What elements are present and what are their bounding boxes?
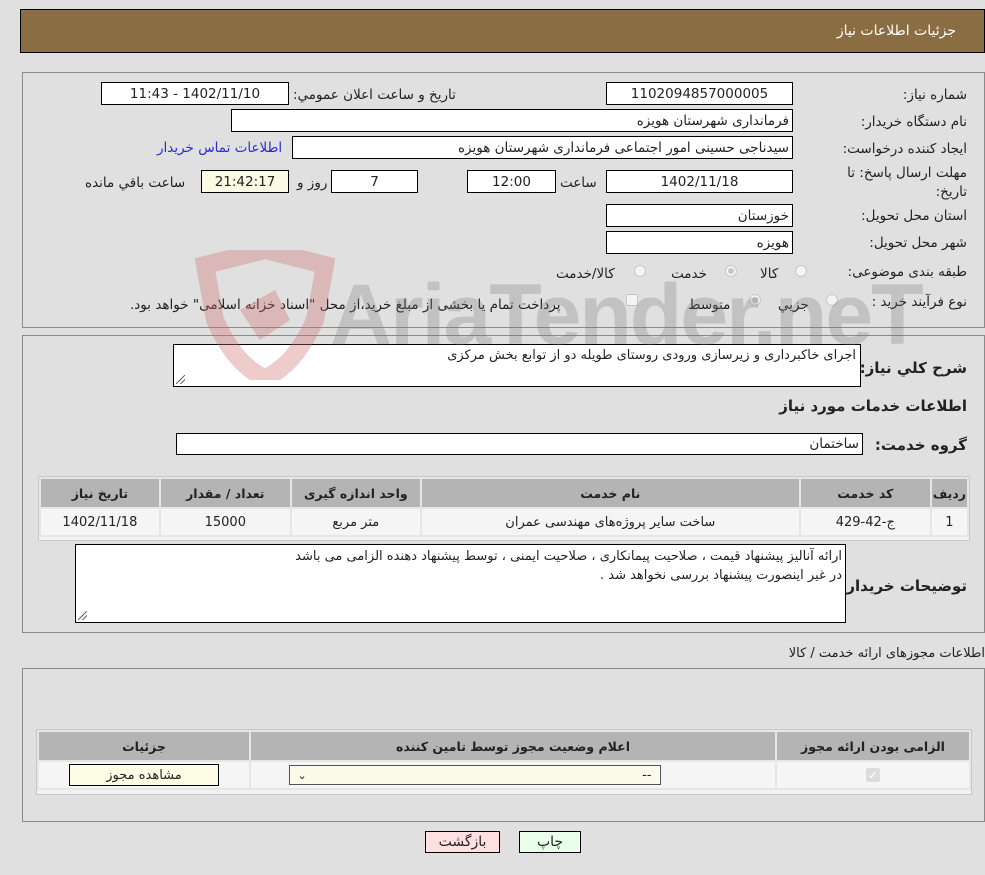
category-radio-goods-service[interactable] bbox=[634, 265, 646, 277]
page-title: جزئیات اطلاعات نیاز bbox=[836, 23, 956, 39]
announce-date-label: تاریخ و ساعت اعلان عمومي: bbox=[293, 87, 456, 103]
process-radio-minor[interactable] bbox=[826, 294, 838, 306]
announce-date-field: 1402/11/10 - 11:43 bbox=[101, 82, 289, 105]
col-permit-required: الزامی بودن ارائه مجوز bbox=[775, 730, 971, 762]
buyer-org-field: فرمانداری شهرستان هویزه bbox=[231, 109, 793, 132]
category-radio-service[interactable] bbox=[725, 265, 737, 277]
deadline-time-field: 12:00 bbox=[467, 170, 556, 193]
cell-unit: متر مربع bbox=[289, 507, 422, 537]
permits-table-header: الزامی بودن ارائه مجوز اعلام وضعیت مجوز … bbox=[37, 730, 971, 762]
description-label: شرح کلي نياز: bbox=[859, 359, 967, 377]
resize-grip-icon[interactable] bbox=[176, 375, 185, 384]
buyer-notes-line-2: در غیر اینصورت پیشنهاد بررسی نخواهد شد . bbox=[599, 568, 842, 583]
col-unit: واحد اندازه گيری bbox=[289, 477, 422, 509]
permits-table: الزامی بودن ارائه مجوز اعلام وضعیت مجوز … bbox=[36, 729, 972, 795]
remaining-time-label: ساعت باقي مانده bbox=[85, 175, 186, 191]
days-remaining-field: 7 bbox=[331, 170, 418, 193]
permit-status-value: -- bbox=[642, 767, 652, 783]
cell-service-code: ج-42-429 bbox=[798, 507, 932, 537]
chevron-down-icon: ⌄ bbox=[297, 768, 307, 782]
deadline-label: مهلت ارسال پاسخ: تا تاریخ: bbox=[847, 165, 967, 200]
process-option-minor: جزيي bbox=[778, 297, 809, 313]
resize-grip-icon[interactable] bbox=[78, 611, 87, 620]
col-permit-details: جزئیات bbox=[37, 730, 251, 762]
col-permit-status: اعلام وضعیت مجوز توسط تامین کننده bbox=[249, 730, 777, 762]
permit-status-select[interactable]: -- ⌄ bbox=[288, 765, 661, 785]
description-textarea[interactable]: اجرای خاکبرداری و زیرسازی ورودی روستای ط… bbox=[173, 344, 861, 387]
deadline-time-label: ساعت bbox=[560, 175, 597, 191]
col-row-number: رديف bbox=[929, 477, 970, 509]
treasury-checkbox[interactable] bbox=[626, 294, 638, 306]
services-table: رديف کد خدمت نام خدمت واحد اندازه گيری ت… bbox=[38, 476, 970, 541]
creator-field: سیدناجی حسینی امور اجتماعی فرمانداری شهر… bbox=[292, 136, 793, 159]
col-quantity: تعداد / مقدار bbox=[158, 477, 292, 509]
col-service-name: نام خدمت bbox=[419, 477, 801, 509]
city-label: شهر محل تحویل: bbox=[869, 235, 967, 251]
service-group-field: ساختمان bbox=[176, 433, 863, 455]
process-type-label: نوع فرآیند خرید : bbox=[871, 294, 967, 310]
category-label: طبقه بندی موضوعی: bbox=[847, 264, 967, 280]
treasury-note: پرداخت تمام یا بخشی از مبلغ خرید،از محل … bbox=[130, 297, 561, 313]
days-label: روز و bbox=[297, 175, 328, 191]
province-label: استان محل تحویل: bbox=[861, 208, 967, 224]
buyer-notes-textarea[interactable]: ارائه آنالیز پیشنهاد قیمت ، صلاحیت پیمان… bbox=[75, 544, 846, 623]
buyer-contact-link[interactable]: اطلاعات تماس خريدار bbox=[157, 140, 282, 156]
cell-row-number: 1 bbox=[929, 507, 970, 537]
cell-service-name: ساخت سایر پروژه‌های مهندسی عمران bbox=[419, 507, 801, 537]
cell-permit-status: -- ⌄ bbox=[249, 760, 777, 790]
back-button[interactable]: بازگشت bbox=[425, 831, 500, 853]
permits-section-title: اطلاعات مجوزهای ارائه خدمت / کالا bbox=[788, 646, 985, 661]
deadline-date-field: 1402/11/18 bbox=[606, 170, 793, 193]
remaining-time-field: 21:42:17 bbox=[201, 170, 289, 193]
category-option-goods-service: کالا/خدمت bbox=[556, 266, 615, 282]
category-option-service: خدمت bbox=[671, 266, 707, 282]
description-text: اجرای خاکبرداری و زیرسازی ورودی روستای ط… bbox=[447, 348, 856, 363]
cell-need-date: 1402/11/18 bbox=[39, 507, 161, 537]
cell-permit-details: مشاهده مجوز bbox=[37, 760, 251, 790]
category-radio-goods[interactable] bbox=[795, 265, 807, 277]
process-option-medium: متوسط bbox=[688, 297, 731, 313]
province-field: خوزستان bbox=[606, 204, 793, 227]
buyer-notes-line-1: ارائه آنالیز پیشنهاد قیمت ، صلاحیت پیمان… bbox=[295, 549, 842, 564]
services-heading: اطلاعات خدمات مورد نياز bbox=[779, 397, 967, 415]
category-option-goods: کالا bbox=[760, 266, 779, 282]
services-table-header: رديف کد خدمت نام خدمت واحد اندازه گيری ت… bbox=[39, 477, 970, 509]
col-service-code: کد خدمت bbox=[798, 477, 932, 509]
table-row: ✓ -- ⌄ مشاهده مجوز bbox=[37, 760, 971, 790]
print-button[interactable]: چاپ bbox=[519, 831, 581, 853]
city-field: هویزه bbox=[606, 231, 793, 254]
col-need-date: تاريخ نياز bbox=[39, 477, 161, 509]
service-group-label: گروه خدمت: bbox=[874, 436, 967, 454]
cell-permit-required: ✓ bbox=[775, 760, 971, 790]
buyer-notes-label: توضيحات خريدار: bbox=[840, 577, 967, 595]
table-row: 1 ج-42-429 ساخت سایر پروژه‌های مهندسی عم… bbox=[39, 507, 970, 537]
view-permit-button[interactable]: مشاهده مجوز bbox=[69, 764, 219, 786]
need-number-field: 1102094857000005 bbox=[606, 82, 793, 105]
permit-required-checkbox[interactable]: ✓ bbox=[866, 767, 880, 782]
need-number-label: شماره نیاز: bbox=[902, 87, 967, 103]
cell-quantity: 15000 bbox=[158, 507, 292, 537]
page-header: جزئیات اطلاعات نیاز bbox=[20, 9, 985, 53]
buyer-org-label: نام دستگاه خريدار: bbox=[860, 114, 967, 130]
process-radio-medium[interactable] bbox=[749, 294, 761, 306]
creator-label: ایجاد کننده درخواست: bbox=[842, 141, 967, 157]
